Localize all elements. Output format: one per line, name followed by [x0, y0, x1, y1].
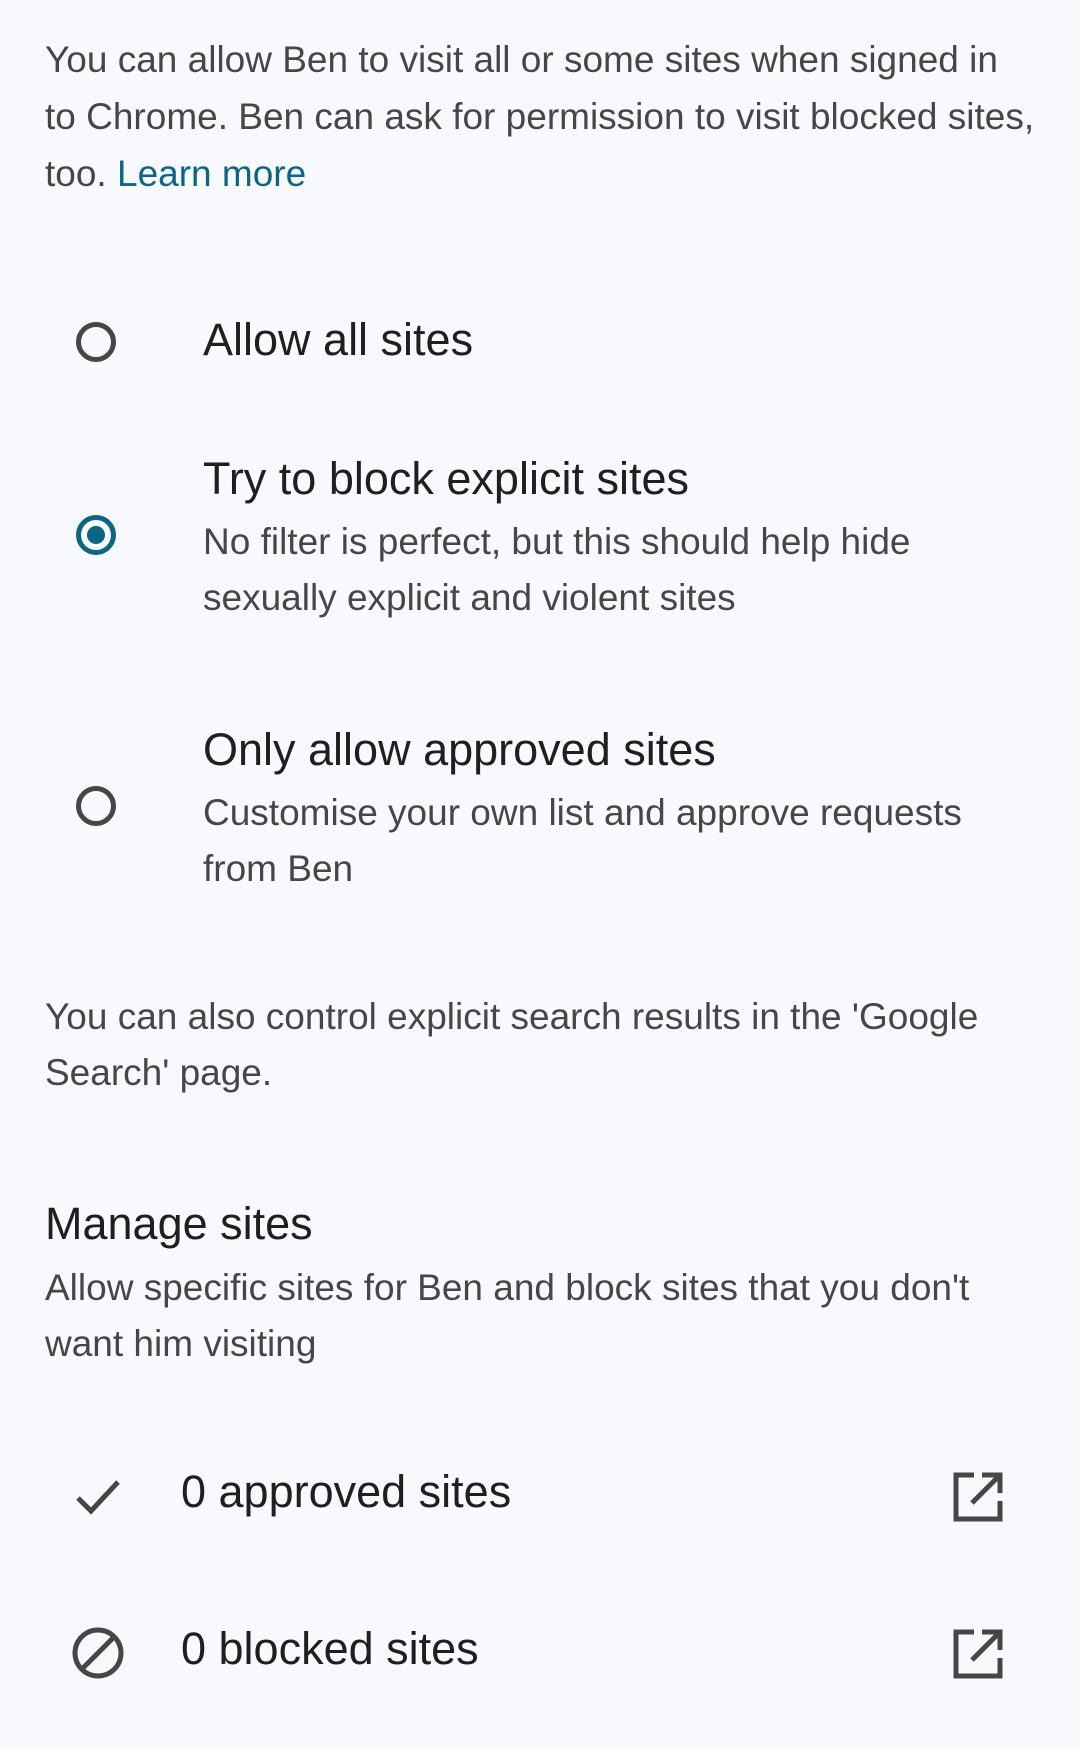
manage-sites-subtitle: Allow specific sites for Ben and block s…	[45, 1267, 970, 1364]
block-icon	[72, 1627, 124, 1679]
option-title: Try to block explicit sites	[203, 453, 689, 504]
option-title: Only allow approved sites	[203, 724, 716, 775]
intro-text: You can allow Ben to visit all or some s…	[45, 31, 1035, 202]
blocked-sites-row[interactable]: 0 blocked sites	[0, 1591, 1080, 1711]
approved-sites-label: 0 approved sites	[181, 1466, 512, 1517]
open-in-new-icon[interactable]	[950, 1469, 1006, 1525]
manage-sites-title: Manage sites	[45, 1198, 313, 1249]
option-subtitle: Customise your own list and approve requ…	[203, 792, 962, 889]
search-results-note: You can also control explicit search res…	[45, 996, 979, 1093]
radio-checked-icon[interactable]	[76, 515, 116, 555]
option-subtitle: No filter is perfect, but this should he…	[203, 521, 911, 618]
radio-unchecked-icon[interactable]	[76, 322, 116, 362]
radio-unchecked-icon[interactable]	[76, 786, 116, 826]
option-block-explicit-sites[interactable]: Try to block explicit sites No filter is…	[0, 445, 1080, 635]
learn-more-link[interactable]: Learn more	[117, 153, 306, 194]
open-in-new-icon[interactable]	[950, 1626, 1006, 1682]
option-only-approved-sites[interactable]: Only allow approved sites Customise your…	[0, 716, 1080, 906]
option-allow-all-sites[interactable]: Allow all sites	[0, 290, 1080, 380]
option-title: Allow all sites	[203, 314, 474, 365]
approved-sites-row[interactable]: 0 approved sites	[0, 1434, 1080, 1554]
blocked-sites-label: 0 blocked sites	[181, 1623, 479, 1674]
check-icon	[76, 1480, 120, 1515]
